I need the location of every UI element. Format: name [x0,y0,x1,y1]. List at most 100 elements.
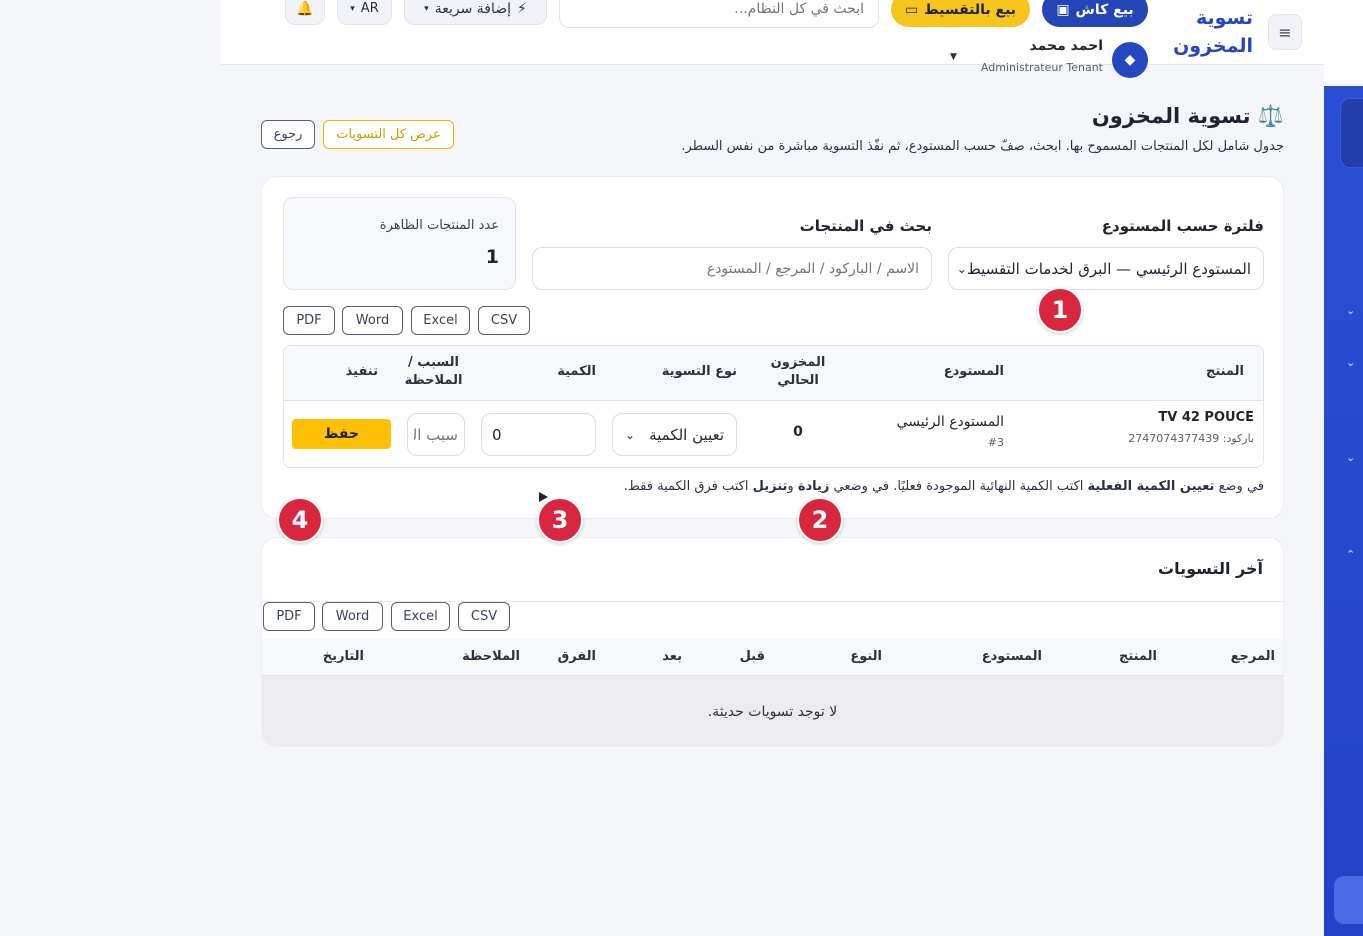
hint-bold-increase: زيادة [797,479,830,494]
language-switcher[interactable]: ▾ AR [337,0,392,25]
warehouse-filter-select[interactable]: المستودع الرئيسي — البرق لخدمات التقسيط … [948,247,1264,290]
warehouse-name: المستودع الرئيسي [896,414,1004,430]
step-badge-4: 4 [277,497,323,543]
menu-toggle-button[interactable]: ≡ [1268,14,1302,50]
chevron-up-icon[interactable]: ⌃ [1346,548,1355,561]
th-after: بعد [662,649,682,664]
th-warehouse: المستودع [981,649,1042,664]
product-barcode: باركود: 2747074377439 [1128,432,1254,445]
current-stock-value: 0 [793,424,803,440]
count-value: 1 [485,246,499,268]
language-label: AR [360,1,379,16]
hint-bold-set-actual: تعيين الكمية الفعلية [1087,479,1215,494]
installment-sale-label: بيع بالتقسيط [924,1,1017,18]
chevron-down-icon[interactable]: ⌄ [1346,451,1355,464]
table-header: المنتج المستودع المخزون الحالي نوع التسو… [284,346,1263,401]
caret-down-icon: ▾ [424,3,429,14]
hint-text-1: في وضع [1214,479,1264,494]
th-execute: تنفيذ [345,364,378,379]
user-name[interactable]: احمد محمد [921,38,1103,54]
export-excel-button[interactable]: Excel [391,602,450,631]
page-title: ⚖️ تسوية المخزون [860,104,1284,129]
export-word-button[interactable]: Word [342,306,403,335]
user-icon: ◆ [1124,52,1136,68]
recent-table-header: المرجع المنتج المستودع النوع قبل بعد الف… [262,639,1283,676]
th-warehouse: المستودع [943,364,1004,379]
save-button[interactable]: حفظ [292,419,391,449]
global-search-input[interactable] [559,0,879,28]
adjustment-type-value: تعيين الكمية [649,425,724,444]
export-pdf-button[interactable]: PDF [283,306,335,335]
th-adjustment-type: نوع التسوية [661,364,737,379]
export-pdf-button[interactable]: PDF [263,602,315,631]
quick-add-label: إضافة سريعة [434,0,511,17]
scale-icon: ⚖️ [1257,104,1284,128]
mouse-cursor-icon [539,492,548,502]
export-csv-button[interactable]: CSV [478,306,530,335]
th-product: المنتج [1118,649,1157,664]
cash-sale-label: بيع كاش [1075,1,1134,18]
chevron-down-icon[interactable]: ⌄ [1346,356,1355,369]
bell-icon: 🔔 [296,0,314,17]
product-search-label: بحث في المنتجات [799,217,932,235]
sidebar: ⌄ ⌄ ⌄ ⌃ [1324,86,1363,936]
chevron-down-icon: ⌄ [625,427,636,442]
recent-empty-state: لا توجد تسويات حديثة. [262,676,1283,746]
adjustment-table: المنتج المستودع المخزون الحالي نوع التسو… [283,345,1264,468]
quantity-input[interactable] [481,413,596,456]
warehouse-filter-value: المستودع الرئيسي — البرق لخدمات التقسيط [966,259,1251,278]
th-before: قبل [739,649,765,664]
warehouse-filter-label: فلترة حسب المستودع [1101,217,1264,235]
bolt-icon: ⚡ [517,0,527,17]
show-all-adjustments-button[interactable]: عرض كل التسويات [323,120,454,149]
avatar[interactable]: ◆ [1112,42,1148,78]
th-difference: الفرق [557,649,596,664]
adjustment-card: فلترة حسب المستودع المستودع الرئيسي — ال… [261,176,1284,519]
hamburger-icon: ≡ [1278,22,1292,42]
product-search-input[interactable] [532,247,932,290]
cash-sale-button[interactable]: ▣ بيع كاش [1042,0,1148,27]
th-reference: المرجع [1230,649,1275,664]
page-title-text: تسوية المخزون [1091,104,1251,128]
chevron-down-icon[interactable]: ⌄ [1346,304,1355,317]
adjustment-type-select[interactable]: تعيين الكمية ⌄ [612,413,737,456]
export-csv-button[interactable]: CSV [458,602,510,631]
installment-sale-button[interactable]: ▭ بيع بالتقسيط [891,0,1030,27]
user-role: Administrateur Tenant [980,61,1103,74]
th-date: التاريخ [322,649,364,664]
hint-text-4: اكتب فرق الكمية فقط. [623,479,753,494]
sidebar-bottom-card[interactable] [1334,876,1363,924]
th-reason: السبب / الملاحظة [404,355,463,388]
register-icon: ▣ [1056,1,1070,18]
th-note: الملاحظة [462,649,520,664]
brand-title: تسوية المخزون [1173,7,1253,57]
caret-down-icon: ▾ [350,3,355,14]
corner-panel [1324,0,1363,86]
th-quantity: الكمية [557,364,596,379]
th-type: النوع [850,649,882,664]
recent-adjustments-card: آخر التسويات CSV Excel Word PDF المرجع ا… [261,537,1284,747]
step-badge-2: 2 [797,497,843,543]
top-header: ≡ تسوية المخزون ▣ بيع كاش ▭ بيع بالتقسيط… [221,0,1324,78]
reason-input[interactable] [407,413,465,456]
th-current-stock: المخزون الحالي [770,355,826,388]
chevron-down-icon: ⌄ [956,261,967,276]
page-subtitle: جدول شامل لكل المنتجات المسموح بها. ابحث… [681,139,1284,154]
notifications-button[interactable]: 🔔 [285,0,325,25]
th-product: المنتج [1205,364,1244,379]
hint-bold-decrease: تنزيل [752,479,788,494]
export-excel-button[interactable]: Excel [411,306,470,335]
hint-text-2: اكتب الكمية النهائية الموجودة فعليًا. في… [829,479,1088,494]
step-badge-3: 3 [537,497,583,543]
back-button[interactable]: رجوع [261,120,315,149]
export-word-button[interactable]: Word [322,602,383,631]
user-menu-caret-icon[interactable]: ▼ [950,52,957,62]
recent-title: آخر التسويات [1158,559,1263,578]
adjustment-hint: في وضع تعيين الكمية الفعلية اكتب الكمية … [462,479,1264,494]
product-name: TV 42 POUCE [1158,410,1254,425]
quick-add-button[interactable]: ▾ إضافة سريعة ⚡ [404,0,547,25]
visible-products-count: عدد المنتجات الظاهرة 1 [283,197,516,290]
card-icon: ▭ [904,1,919,18]
sidebar-top-card[interactable] [1340,98,1363,168]
count-label: عدد المنتجات الظاهرة [379,218,499,233]
